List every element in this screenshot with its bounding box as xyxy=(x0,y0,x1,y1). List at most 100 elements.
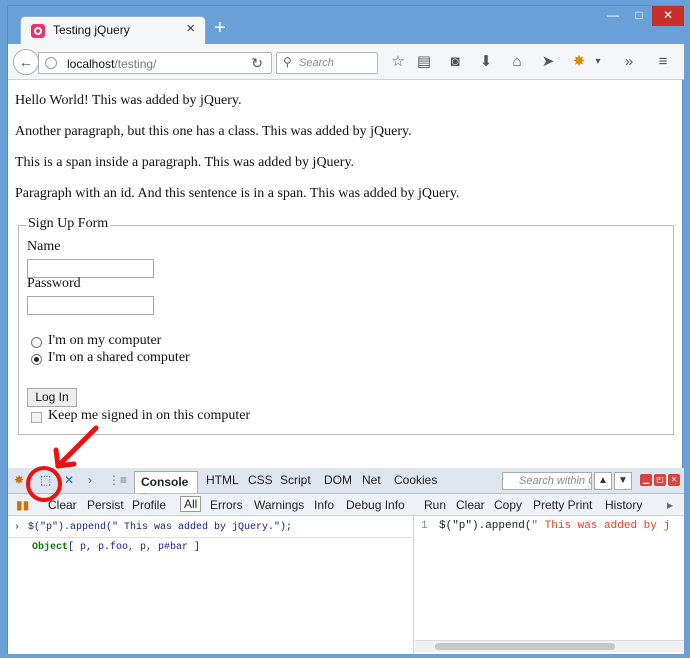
pause-icon[interactable]: ▮▮ xyxy=(16,498,29,512)
result-object-label: Object xyxy=(32,542,69,553)
url-bar[interactable]: localhost/testing/ ↻ xyxy=(38,52,272,74)
filter-all-button[interactable]: All xyxy=(180,496,202,512)
line-number: 1 xyxy=(421,520,428,532)
search-input[interactable]: ⚲ Search xyxy=(276,52,378,74)
title-bar: Testing jQuery × + — □ ✕ xyxy=(8,6,684,44)
row-divider xyxy=(8,537,414,538)
profile-button[interactable]: Profile xyxy=(132,498,166,512)
copy-button[interactable]: Copy xyxy=(494,498,522,512)
editor-code-prefix: $("p").append( xyxy=(439,520,532,532)
maximize-button[interactable]: □ xyxy=(626,6,652,26)
tab-cookies[interactable]: Cookies xyxy=(394,473,437,487)
keep-signed-in-checkbox[interactable] xyxy=(31,412,42,423)
command-editor-icon[interactable]: ⋮≡ xyxy=(108,473,127,487)
back-icon: ← xyxy=(19,54,33,70)
url-text: localhost/testing/ xyxy=(67,57,156,71)
paragraph-foo: Another paragraph, but this one has a cl… xyxy=(15,124,412,139)
page-content: Hello World! This was added by jQuery. A… xyxy=(8,81,684,468)
tab-console-label: Console xyxy=(141,475,189,489)
console-clear-button[interactable]: Clear xyxy=(48,498,77,512)
bookmark-star-icon[interactable]: ☆ xyxy=(388,53,408,73)
pretty-print-button[interactable]: Pretty Print xyxy=(533,498,592,512)
search-up-button[interactable]: ▲ xyxy=(594,472,612,490)
console-command-row: › $("p").append(" This was added by jQuer… xyxy=(14,522,292,533)
chevron-right-icon[interactable]: › xyxy=(88,473,92,487)
password-field[interactable] xyxy=(27,296,154,315)
filter-debug-info-button[interactable]: Debug Info xyxy=(346,498,405,512)
prompt-icon: › xyxy=(14,522,21,533)
pocket-icon[interactable]: ◙ xyxy=(445,53,465,73)
filter-errors-button[interactable]: Errors xyxy=(210,498,243,512)
name-label: Name xyxy=(27,239,61,254)
console-command: $("p").append(" This was added by jQuery… xyxy=(28,522,293,533)
firebug-icon[interactable]: ✸ xyxy=(569,53,589,73)
console-output: › $("p").append(" This was added by jQuer… xyxy=(8,516,414,654)
tab-css[interactable]: CSS xyxy=(248,473,273,487)
search-down-button[interactable]: ▼ xyxy=(614,472,632,490)
firebug-menu-icon[interactable]: ✸ xyxy=(14,473,24,487)
toolbar-scroll-right-icon[interactable]: ▸ xyxy=(667,498,673,512)
url-path: /testing/ xyxy=(114,57,157,71)
navigation-bar: localhost/testing/ ↻ ← ⚲ Search ☆ ▤ ◙ ⬇ … xyxy=(8,44,684,80)
download-icon[interactable]: ⬇ xyxy=(476,53,496,73)
firebug-search-placeholder: Search within C xyxy=(519,475,592,487)
tab-script[interactable]: Script xyxy=(280,473,311,487)
radio-my-computer[interactable] xyxy=(31,337,42,348)
console-result-row[interactable]: Object[ p, p.foo, p, p#bar ] xyxy=(32,542,200,553)
persist-button[interactable]: Persist xyxy=(87,498,124,512)
radio-my-computer-label: I'm on my computer xyxy=(48,333,162,348)
annotation-circle xyxy=(26,466,62,502)
run-button[interactable]: Run xyxy=(424,498,446,512)
dropdown-icon[interactable]: ▾ xyxy=(588,53,608,73)
home-icon[interactable]: ⌂ xyxy=(507,53,527,73)
firebug-detach-button[interactable]: ◰ xyxy=(654,474,666,486)
tab-html[interactable]: HTML xyxy=(206,473,239,487)
close-icon[interactable]: ✕ xyxy=(64,473,74,487)
minimize-button[interactable]: — xyxy=(600,6,626,26)
editor-code: $("p").append(" This was added by j xyxy=(439,520,670,532)
tab-testing-jquery[interactable]: Testing jQuery × xyxy=(20,16,206,44)
search-placeholder: Search xyxy=(299,57,334,69)
console-toolbar: ▮▮ Clear Persist Profile All Errors Warn… xyxy=(8,494,684,516)
url-host: localhost xyxy=(67,57,115,71)
globe-icon xyxy=(45,57,57,69)
radio-shared-computer-label: I'm on a shared computer xyxy=(48,350,190,365)
tab-dom[interactable]: DOM xyxy=(324,473,352,487)
firebug-close-button[interactable]: ✕ xyxy=(668,474,680,486)
log-in-button[interactable]: Log In xyxy=(27,388,77,407)
reading-list-icon[interactable]: ▤ xyxy=(414,53,434,73)
editor-clear-button[interactable]: Clear xyxy=(456,498,485,512)
new-tab-button[interactable]: + xyxy=(214,18,226,38)
result-items: [ p, p.foo, p, p#bar ] xyxy=(68,542,201,553)
back-button[interactable]: ← xyxy=(13,49,39,75)
firebug-panel: ✸ ⬚ ✕ › ⋮≡ Console ▾ HTML CSS Script DOM… xyxy=(8,468,684,654)
overflow-icon[interactable]: » xyxy=(619,53,639,73)
paragraph-hello: Hello World! This was added by jQuery. xyxy=(15,93,242,108)
firebug-search-input[interactable]: Search within C xyxy=(502,472,592,490)
editor-horizontal-scrollbar[interactable] xyxy=(415,640,684,652)
command-editor[interactable]: 1 $("p").append(" This was added by j xyxy=(415,516,684,654)
favicon-icon xyxy=(31,24,45,38)
annotation-arrow xyxy=(53,425,99,469)
tab-console[interactable]: Console ▾ xyxy=(134,471,198,503)
search-icon: ⚲ xyxy=(283,55,292,69)
browser-frame: Testing jQuery × + — □ ✕ localhost/testi… xyxy=(7,5,684,654)
close-window-button[interactable]: ✕ xyxy=(652,6,684,26)
radio-shared-computer[interactable] xyxy=(31,354,42,365)
editor-code-string: " This was added by j xyxy=(531,520,671,532)
menu-icon[interactable]: ≡ xyxy=(653,53,673,73)
filter-info-button[interactable]: Info xyxy=(314,498,334,512)
share-icon[interactable]: ➤ xyxy=(538,53,558,73)
reload-icon[interactable]: ↻ xyxy=(251,55,263,72)
history-button[interactable]: History xyxy=(605,498,642,512)
paragraph-span: This is a span inside a paragraph. This … xyxy=(15,155,355,170)
close-tab-icon[interactable]: × xyxy=(186,20,195,37)
firebug-minimize-button[interactable]: ▁ xyxy=(640,474,652,486)
paragraph-bar: Paragraph with an id. And this sentence … xyxy=(15,186,460,201)
filter-warnings-button[interactable]: Warnings xyxy=(254,498,304,512)
tab-net[interactable]: Net xyxy=(362,473,381,487)
password-label: Password xyxy=(27,276,81,291)
scrollbar-thumb[interactable] xyxy=(435,643,615,650)
browser-window: Testing jQuery × + — □ ✕ localhost/testi… xyxy=(0,0,690,658)
firebug-main-toolbar: ✸ ⬚ ✕ › ⋮≡ Console ▾ HTML CSS Script DOM… xyxy=(8,468,684,503)
